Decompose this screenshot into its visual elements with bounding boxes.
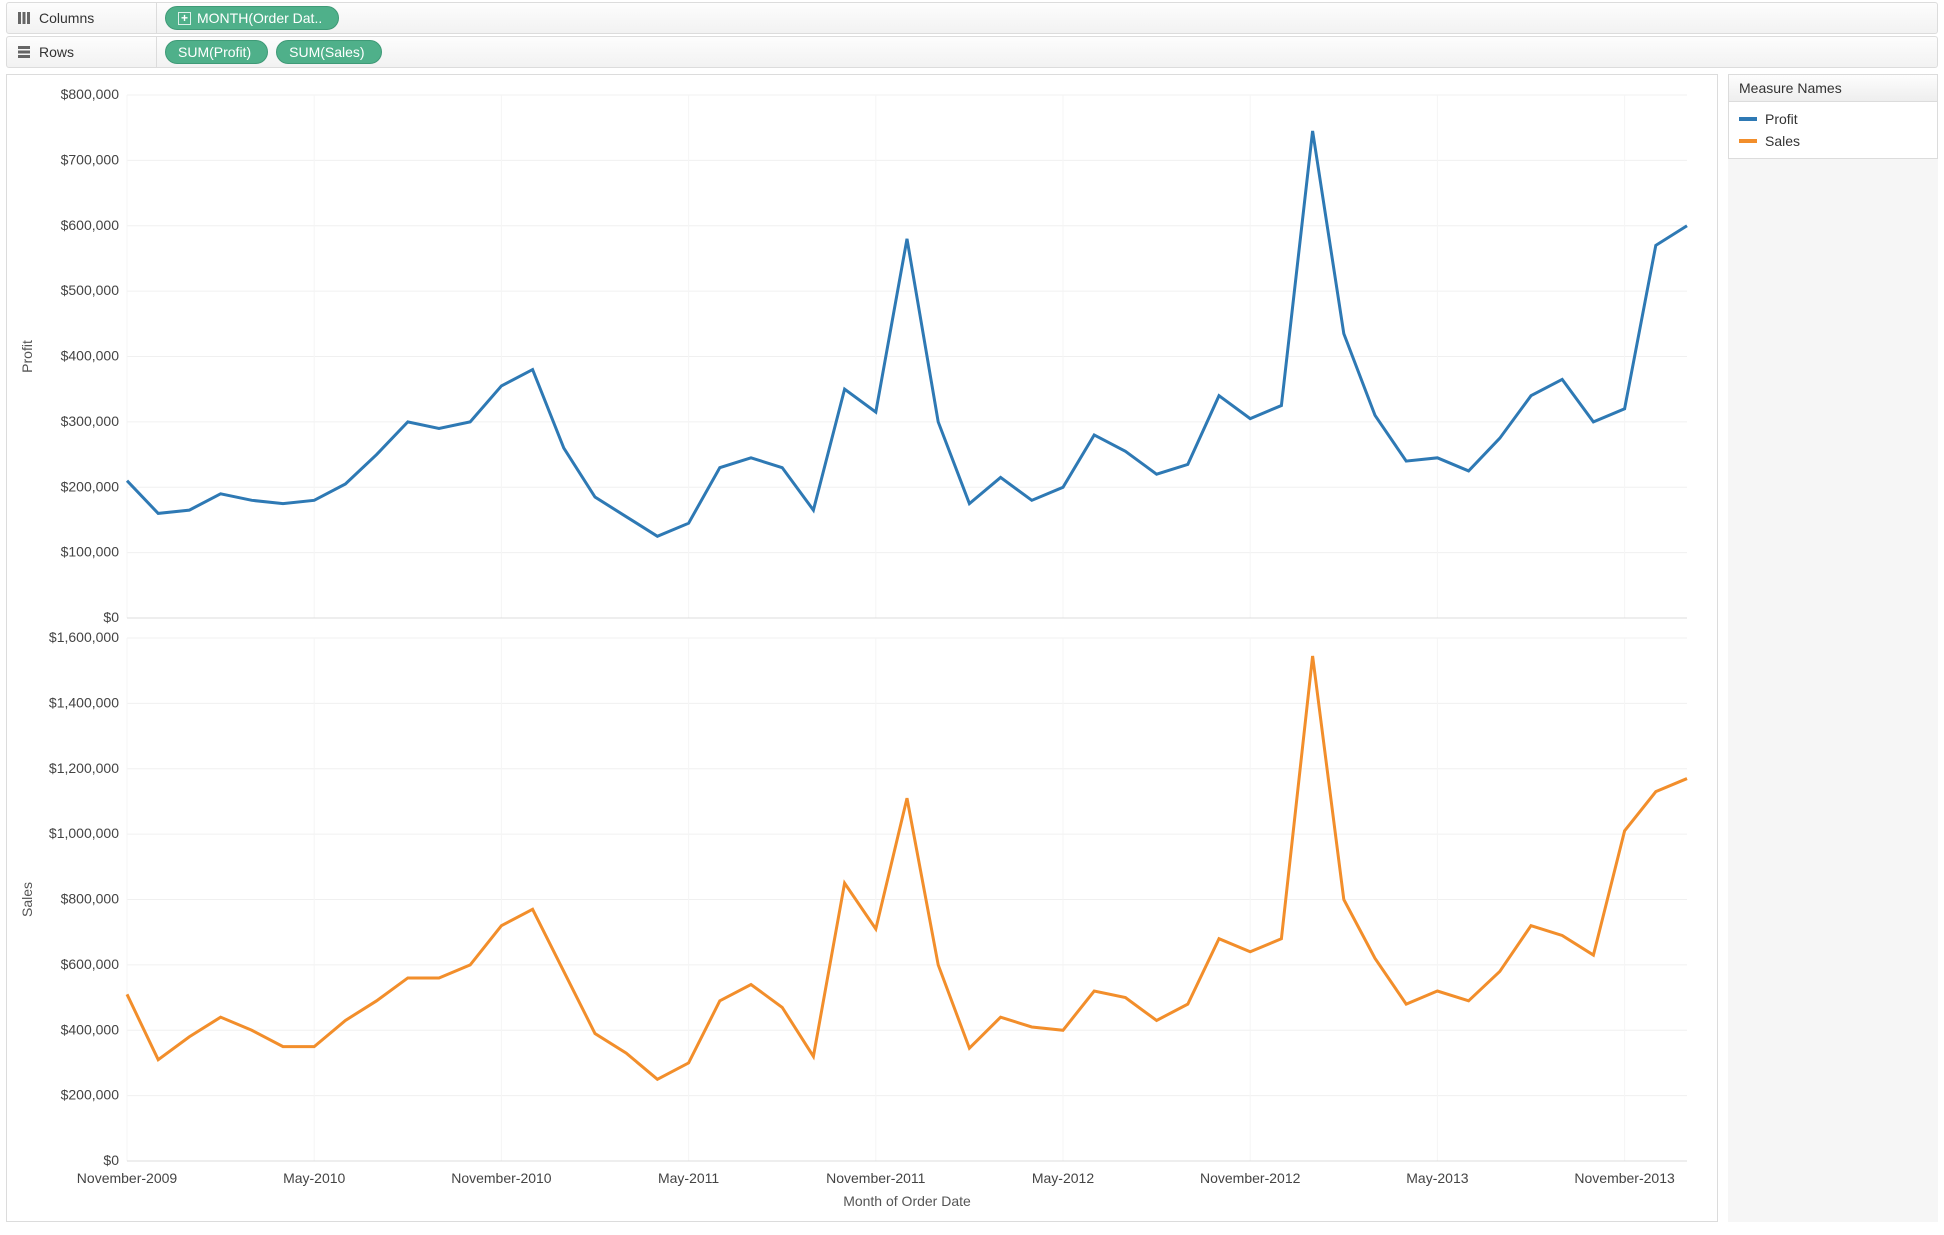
rows-shelf-content[interactable]: SUM(Profit) SUM(Sales) xyxy=(157,37,1937,67)
legend-panel: Measure Names Profit Sales xyxy=(1728,74,1938,1222)
svg-text:Month of Order Date: Month of Order Date xyxy=(843,1193,971,1209)
columns-shelf-label: Columns xyxy=(7,3,157,33)
svg-text:$800,000: $800,000 xyxy=(61,86,120,102)
svg-text:$200,000: $200,000 xyxy=(61,1087,120,1103)
svg-text:$0: $0 xyxy=(103,1152,119,1168)
columns-shelf[interactable]: Columns + MONTH(Order Dat.. xyxy=(6,2,1938,34)
svg-text:$1,600,000: $1,600,000 xyxy=(49,629,119,645)
svg-text:$200,000: $200,000 xyxy=(61,478,120,494)
legend-label: Profit xyxy=(1765,111,1798,127)
svg-text:May-2013: May-2013 xyxy=(1406,1170,1468,1186)
pill-sum-sales[interactable]: SUM(Sales) xyxy=(276,40,381,64)
svg-text:November-2013: November-2013 xyxy=(1574,1170,1675,1186)
rows-shelf-label: Rows xyxy=(7,37,157,67)
svg-text:Sales: Sales xyxy=(19,882,35,917)
svg-text:$300,000: $300,000 xyxy=(61,413,120,429)
pill-sum-profit[interactable]: SUM(Profit) xyxy=(165,40,268,64)
svg-text:$600,000: $600,000 xyxy=(61,956,120,972)
legend-label: Sales xyxy=(1765,133,1800,149)
legend-item-sales[interactable]: Sales xyxy=(1739,130,1927,152)
pill-month-order-date[interactable]: + MONTH(Order Dat.. xyxy=(165,6,339,30)
pill-label: MONTH(Order Dat.. xyxy=(197,10,322,26)
legend-swatch-profit xyxy=(1739,117,1757,121)
chart-svg: $0 $100,000 $200,000 $300,000 $400,000 $500,0… xyxy=(7,75,1707,1221)
svg-text:$400,000: $400,000 xyxy=(61,1021,120,1037)
svg-text:$100,000: $100,000 xyxy=(61,544,120,560)
rows-shelf[interactable]: Rows SUM(Profit) SUM(Sales) xyxy=(6,36,1938,68)
visualization-area[interactable]: $0 $100,000 $200,000 $300,000 $400,000 $500,0… xyxy=(6,74,1718,1222)
svg-text:May-2012: May-2012 xyxy=(1032,1170,1094,1186)
legend-items: Profit Sales xyxy=(1729,102,1937,158)
svg-text:$1,200,000: $1,200,000 xyxy=(49,760,119,776)
legend-title: Measure Names xyxy=(1729,75,1937,102)
rows-label-text: Rows xyxy=(39,44,74,60)
svg-text:May-2010: May-2010 xyxy=(283,1170,345,1186)
svg-text:$500,000: $500,000 xyxy=(61,282,120,298)
legend-item-profit[interactable]: Profit xyxy=(1739,108,1927,130)
svg-text:November-2012: November-2012 xyxy=(1200,1170,1301,1186)
svg-text:$800,000: $800,000 xyxy=(61,891,120,907)
svg-text:$1,000,000: $1,000,000 xyxy=(49,825,119,841)
plus-icon: + xyxy=(178,12,191,25)
rows-icon xyxy=(17,45,31,59)
pill-label: SUM(Sales) xyxy=(289,44,364,60)
legend-card: Measure Names Profit Sales xyxy=(1728,74,1938,159)
columns-icon xyxy=(17,11,31,25)
columns-label-text: Columns xyxy=(39,10,94,26)
pill-label: SUM(Profit) xyxy=(178,44,251,60)
svg-text:$0: $0 xyxy=(103,609,119,625)
svg-text:$700,000: $700,000 xyxy=(61,151,120,167)
svg-text:November-2010: November-2010 xyxy=(451,1170,552,1186)
legend-swatch-sales xyxy=(1739,139,1757,143)
svg-text:November-2009: November-2009 xyxy=(77,1170,178,1186)
workspace: $0 $100,000 $200,000 $300,000 $400,000 $500,0… xyxy=(6,74,1938,1222)
svg-text:$1,400,000: $1,400,000 xyxy=(49,694,119,710)
svg-text:$600,000: $600,000 xyxy=(61,217,120,233)
svg-text:Profit: Profit xyxy=(19,340,35,373)
svg-text:May-2011: May-2011 xyxy=(658,1170,719,1186)
svg-text:$400,000: $400,000 xyxy=(61,348,120,364)
svg-text:November-2011: November-2011 xyxy=(826,1170,926,1186)
columns-shelf-content[interactable]: + MONTH(Order Dat.. xyxy=(157,3,1937,33)
